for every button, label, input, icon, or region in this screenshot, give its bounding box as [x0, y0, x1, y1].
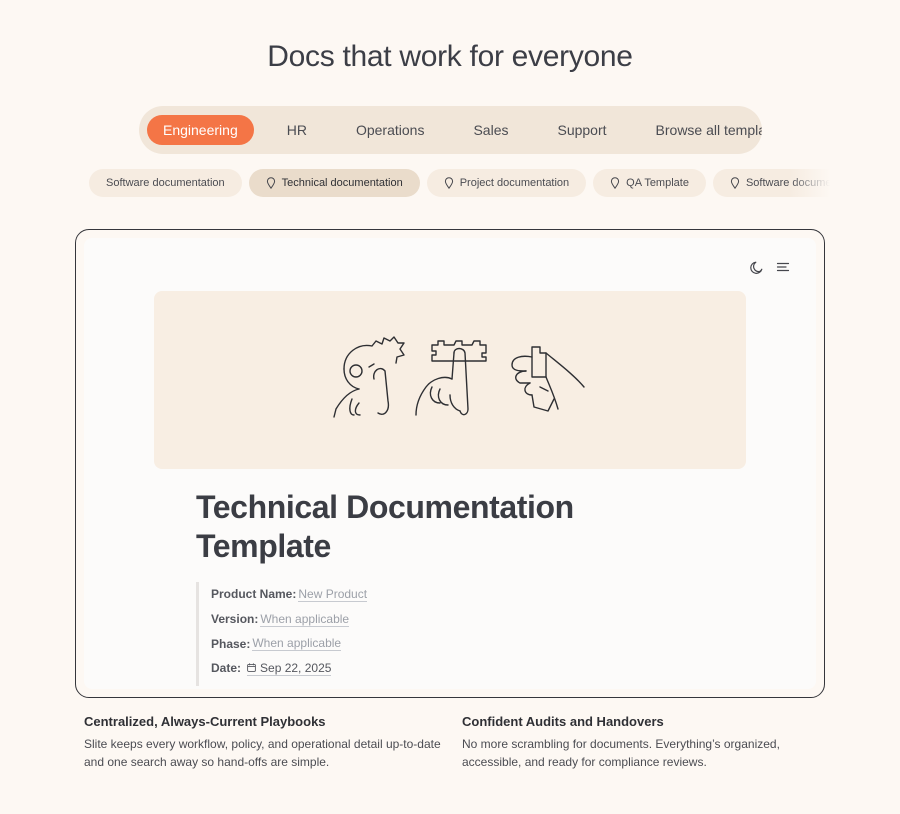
feature-title: Centralized, Always-Current Playbooks	[84, 714, 444, 729]
pin-icon	[730, 177, 740, 189]
template-chip-label: Technical documentation	[282, 169, 403, 197]
tab-hr[interactable]: HR	[271, 115, 323, 145]
template-chip-software-documentation-2[interactable]: Software documentation	[713, 169, 830, 197]
category-tabs: Engineering HR Operations Sales Support …	[139, 106, 762, 154]
document-toolbar	[750, 260, 790, 274]
product-name-field[interactable]: New Product	[298, 587, 367, 602]
template-chip-label: Project documentation	[460, 169, 569, 197]
tab-operations[interactable]: Operations	[340, 115, 440, 145]
phase-field[interactable]: When applicable	[252, 636, 341, 651]
tab-engineering[interactable]: Engineering	[147, 115, 254, 145]
template-chip-qa-template[interactable]: QA Template	[593, 169, 706, 197]
property-version: Version: When applicable	[211, 607, 367, 632]
property-label: Date:	[211, 661, 241, 675]
document-preview: Technical Documentation Template Product…	[84, 238, 816, 689]
document-preview-frame: Technical Documentation Template Product…	[75, 229, 825, 698]
template-chip-label: Software documentation	[106, 169, 225, 197]
hero-banner	[154, 291, 746, 469]
feature-text: No more scrambling for documents. Everyt…	[462, 735, 822, 771]
property-label: Version:	[211, 612, 258, 626]
calendar-icon	[247, 663, 256, 672]
pin-icon	[610, 177, 620, 189]
property-label: Product Name:	[211, 587, 296, 601]
page-headline: Docs that work for everyone	[0, 40, 900, 74]
document-title: Technical Documentation Template	[196, 488, 666, 566]
date-value: Sep 22, 2025	[260, 661, 331, 675]
property-label: Phase:	[211, 637, 250, 651]
feature-text: Slite keeps every workflow, policy, and …	[84, 735, 444, 771]
property-phase: Phase: When applicable	[211, 631, 367, 656]
pin-icon	[444, 177, 454, 189]
template-chip-label: Software documentation	[746, 169, 830, 197]
puzzle-hands-illustration	[154, 291, 746, 469]
property-product-name: Product Name: New Product	[211, 582, 367, 607]
tab-sales[interactable]: Sales	[457, 115, 524, 145]
template-chip-row: Software documentation Technical documen…	[89, 169, 830, 197]
version-field[interactable]: When applicable	[260, 612, 349, 627]
pin-icon	[266, 177, 276, 189]
tab-browse-all-templates[interactable]: Browse all templates	[640, 115, 762, 145]
feature-playbooks: Centralized, Always-Current Playbooks Sl…	[84, 714, 444, 771]
template-chip-software-documentation[interactable]: Software documentation	[89, 169, 242, 197]
menu-icon[interactable]	[776, 260, 790, 274]
property-date: Date: Sep 22, 2025	[211, 656, 367, 681]
feature-audits: Confident Audits and Handovers No more s…	[462, 714, 822, 771]
date-field[interactable]: Sep 22, 2025	[247, 661, 331, 676]
tab-support[interactable]: Support	[541, 115, 622, 145]
template-chip-label: QA Template	[626, 169, 689, 197]
template-chip-technical-documentation[interactable]: Technical documentation	[249, 169, 420, 197]
template-chip-project-documentation[interactable]: Project documentation	[427, 169, 586, 197]
document-properties: Product Name: New Product Version: When …	[196, 582, 367, 686]
moon-icon[interactable]	[750, 260, 764, 274]
feature-title: Confident Audits and Handovers	[462, 714, 822, 729]
